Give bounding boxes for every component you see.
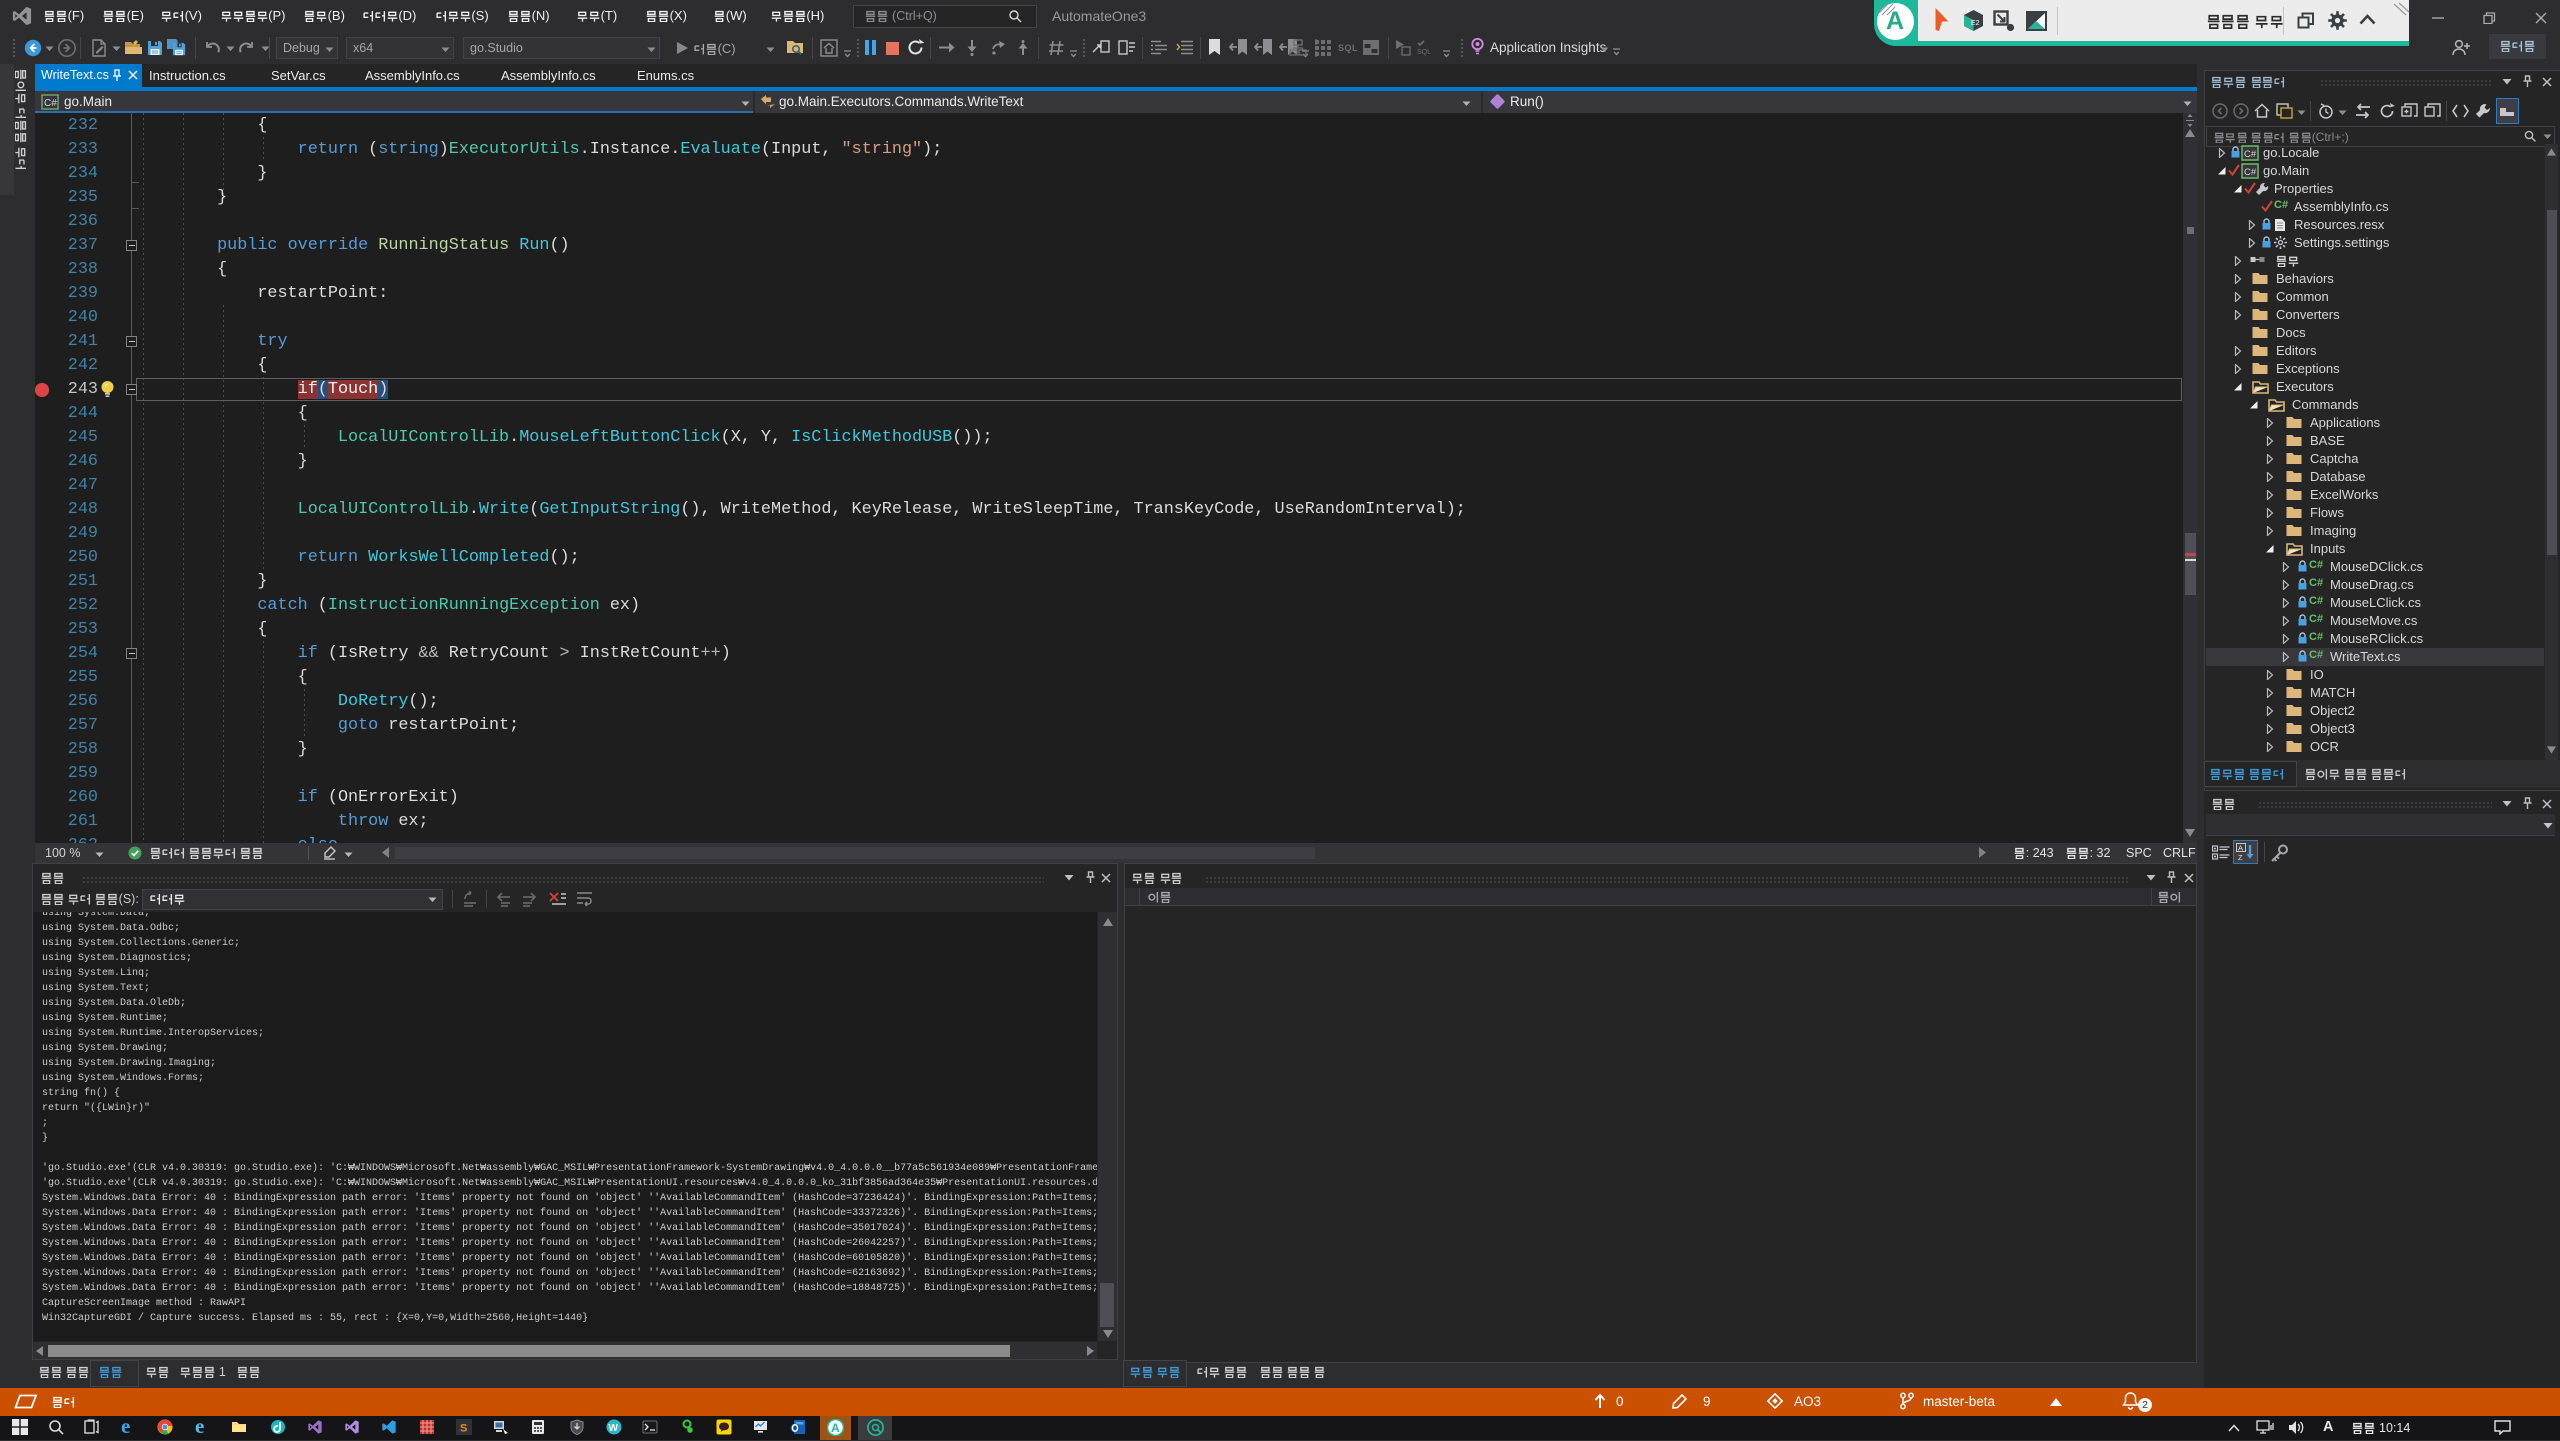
svg-text:C#: C#: [44, 98, 57, 109]
svg-text:C#: C#: [2244, 167, 2257, 178]
svg-text:A: A: [831, 1421, 840, 1435]
svg-text:C#: C#: [2244, 149, 2257, 160]
svg-text:SQL: SQL: [1417, 49, 1431, 56]
svg-text:W: W: [609, 1423, 619, 1434]
svg-text:Z: Z: [2238, 853, 2243, 861]
svg-text:A: A: [2238, 844, 2243, 853]
svg-text:E2: E2: [1971, 20, 1980, 27]
svg-text:S: S: [460, 1423, 467, 1435]
